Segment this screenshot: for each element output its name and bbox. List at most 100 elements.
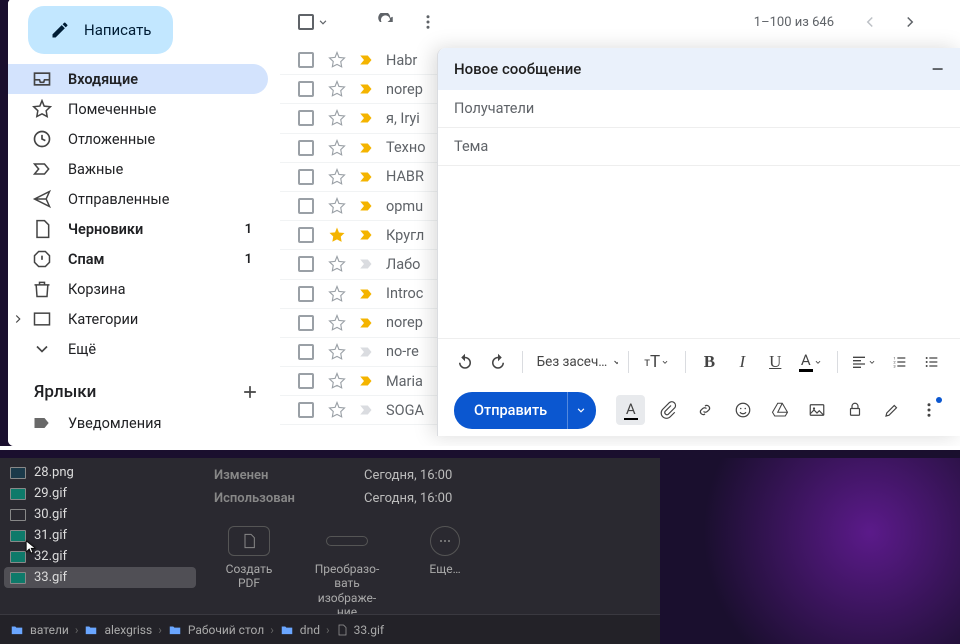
important-marker[interactable]: [358, 197, 376, 215]
compose-more-button[interactable]: [915, 395, 944, 425]
underline-button[interactable]: U: [762, 347, 789, 377]
star-button[interactable]: [328, 139, 346, 157]
breadcrumb-label: ватели: [30, 623, 69, 637]
file-item[interactable]: 28.png: [0, 462, 200, 483]
file-item[interactable]: 30.gif: [0, 504, 200, 525]
row-checkbox[interactable]: [298, 169, 314, 185]
drive-button[interactable]: [765, 395, 794, 425]
signature-button[interactable]: [877, 395, 906, 425]
sidebar-item-clock[interactable]: Отложенные: [8, 124, 268, 154]
row-checkbox[interactable]: [298, 81, 314, 97]
sidebar-item-more[interactable]: Ещё: [8, 334, 268, 364]
file-item[interactable]: 29.gif: [0, 483, 200, 504]
important-marker[interactable]: [358, 226, 376, 244]
font-family-select[interactable]: Без засеч…: [533, 354, 619, 370]
row-checkbox[interactable]: [298, 344, 314, 360]
redo-button[interactable]: [485, 347, 512, 377]
row-checkbox[interactable]: [298, 373, 314, 389]
bold-button[interactable]: B: [696, 347, 723, 377]
star-button[interactable]: [328, 343, 346, 361]
breadcrumb-segment[interactable]: 33.gif: [336, 623, 384, 637]
sidebar-item-spam[interactable]: Спам1: [8, 244, 268, 274]
sidebar-item-important[interactable]: Важные: [8, 154, 268, 184]
select-all[interactable]: [298, 14, 330, 30]
font-size-button[interactable]: тT: [639, 347, 675, 377]
star-button[interactable]: [328, 168, 346, 186]
star-button[interactable]: [328, 197, 346, 215]
chevron-down-icon[interactable]: [316, 15, 330, 29]
add-label-button[interactable]: [240, 382, 260, 402]
important-marker[interactable]: [358, 80, 376, 98]
important-marker[interactable]: [358, 401, 376, 419]
minimize-button[interactable]: –: [931, 65, 944, 73]
more-button[interactable]: [412, 6, 444, 38]
row-checkbox[interactable]: [298, 402, 314, 418]
compose-button[interactable]: Написать: [28, 6, 173, 54]
confidential-button[interactable]: [840, 395, 869, 425]
text-color-button[interactable]: A: [795, 347, 827, 377]
row-checkbox[interactable]: [298, 140, 314, 156]
compose-header[interactable]: Новое сообщение –: [438, 48, 960, 90]
more-actions[interactable]: Еще…: [410, 526, 480, 620]
important-marker[interactable]: [358, 51, 376, 69]
breadcrumb-segment[interactable]: Рабочий стол: [168, 623, 264, 637]
file-item[interactable]: 33.gif: [4, 567, 196, 588]
select-all-checkbox[interactable]: [298, 14, 314, 30]
formatting-toggle-button[interactable]: A: [616, 395, 645, 425]
create-pdf-action[interactable]: Создать PDF: [214, 526, 284, 620]
bullet-list-button[interactable]: [919, 347, 946, 377]
important-marker[interactable]: [358, 168, 376, 186]
star-button[interactable]: [328, 51, 346, 69]
image-button[interactable]: [803, 395, 832, 425]
star-button[interactable]: [328, 372, 346, 390]
sidebar-item-star[interactable]: Помеченные: [8, 94, 268, 124]
star-button[interactable]: [328, 314, 346, 332]
star-button[interactable]: [328, 80, 346, 98]
numbered-list-button[interactable]: 123: [886, 347, 913, 377]
send-options-button[interactable]: [567, 392, 596, 429]
important-marker[interactable]: [358, 372, 376, 390]
star-button[interactable]: [328, 285, 346, 303]
row-checkbox[interactable]: [298, 198, 314, 214]
row-checkbox[interactable]: [298, 256, 314, 272]
star-button[interactable]: [328, 255, 346, 273]
send-button[interactable]: Отправить: [454, 392, 567, 429]
recipients-field[interactable]: Получатели: [438, 90, 960, 128]
label-item[interactable]: Ещё: [8, 438, 268, 446]
star-button[interactable]: [328, 226, 346, 244]
row-checkbox[interactable]: [298, 286, 314, 302]
star-button[interactable]: [328, 109, 346, 127]
attach-button[interactable]: [653, 395, 682, 425]
important-marker[interactable]: [358, 109, 376, 127]
next-page-button[interactable]: [894, 6, 926, 38]
breadcrumb-segment[interactable]: ватели: [10, 623, 69, 637]
important-marker[interactable]: [358, 285, 376, 303]
sidebar-item-category[interactable]: Категории: [8, 304, 268, 334]
link-button[interactable]: [691, 395, 720, 425]
subject-field[interactable]: Тема: [438, 128, 960, 166]
row-checkbox[interactable]: [298, 227, 314, 243]
refresh-button[interactable]: [370, 6, 402, 38]
row-checkbox[interactable]: [298, 315, 314, 331]
align-button[interactable]: [848, 347, 880, 377]
important-marker[interactable]: [358, 314, 376, 332]
star-button[interactable]: [328, 401, 346, 419]
breadcrumb-segment[interactable]: dnd: [280, 623, 320, 637]
sidebar-item-trash[interactable]: Корзина: [8, 274, 268, 304]
sidebar-item-draft[interactable]: Черновики1: [8, 214, 268, 244]
prev-page-button[interactable]: [854, 6, 886, 38]
sidebar-item-send[interactable]: Отправленные: [8, 184, 268, 214]
row-checkbox[interactable]: [298, 110, 314, 126]
emoji-button[interactable]: [728, 395, 757, 425]
important-marker[interactable]: [358, 343, 376, 361]
breadcrumb-segment[interactable]: alexgriss: [84, 623, 152, 637]
transform-image-action[interactable]: Преобразо- вать изображе- ние: [312, 526, 382, 620]
italic-button[interactable]: I: [729, 347, 756, 377]
undo-button[interactable]: [452, 347, 479, 377]
sidebar-item-inbox[interactable]: Входящие: [8, 64, 268, 94]
important-marker[interactable]: [358, 255, 376, 273]
row-checkbox[interactable]: [298, 52, 314, 68]
important-marker[interactable]: [358, 139, 376, 157]
compose-body[interactable]: [438, 166, 960, 338]
label-item[interactable]: Уведомления: [8, 408, 268, 438]
